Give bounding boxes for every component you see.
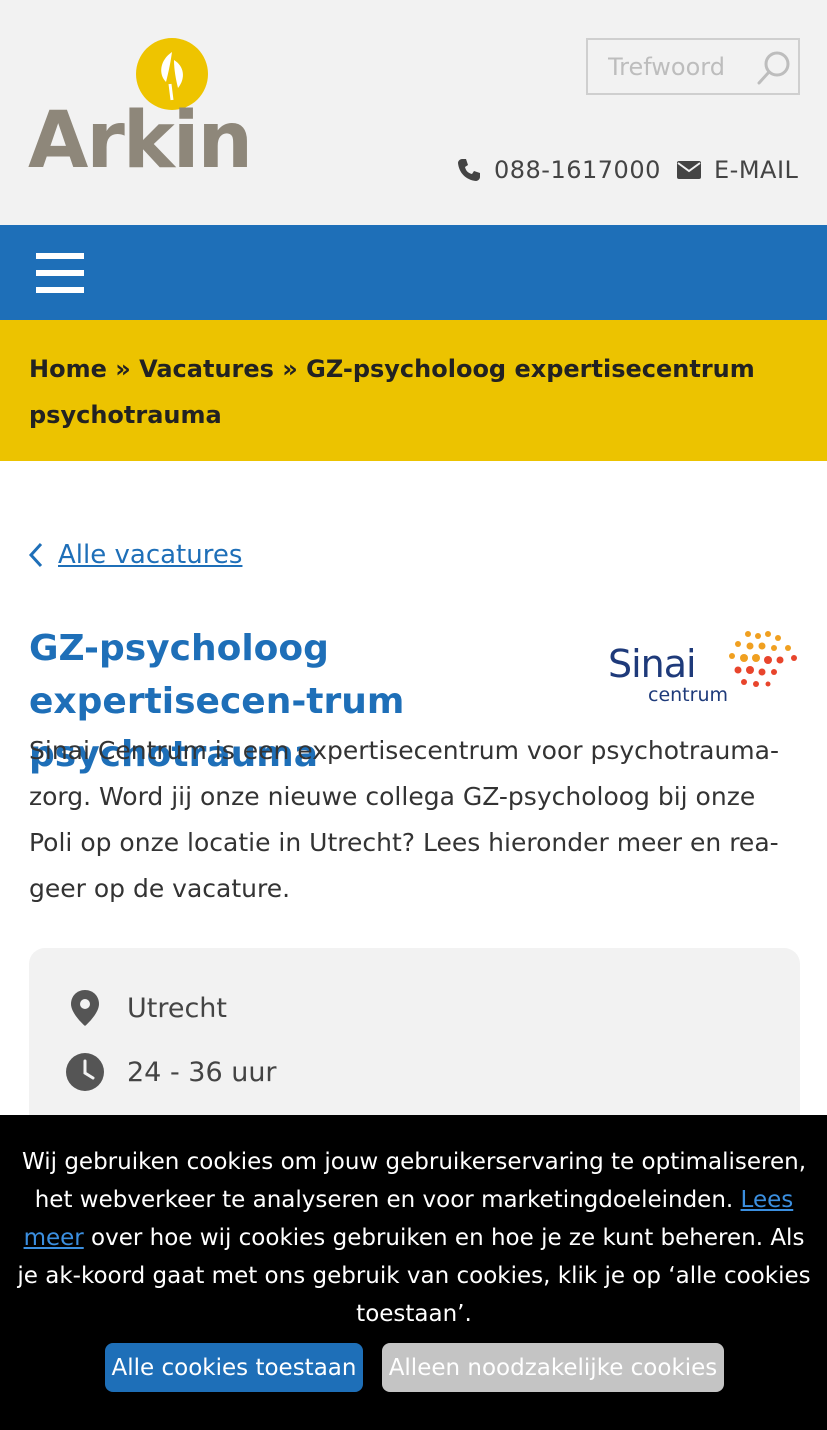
map-pin-icon [71,990,99,1026]
phone-number: 088-1617000 [494,156,661,184]
job-hours-value: 24 - 36 uur [127,1056,277,1088]
sinai-logo-name: Sinai [608,642,697,686]
job-location-value: Utrecht [127,992,228,1024]
breadcrumb-vacatures[interactable]: Vacatures [139,355,274,383]
search-icon [757,51,790,85]
breadcrumb: Home » Vacatures » GZ-psycholoog experti… [0,320,827,461]
back-link-label: Alle vacatures [58,540,243,570]
email-link[interactable]: E-MAIL [676,156,798,184]
back-to-vacatures-link[interactable]: Alle vacatures [28,540,242,570]
search-box [586,38,800,95]
main-nav-bar [0,225,827,320]
breadcrumb-separator: » [115,355,131,383]
job-intro-text: Sinai Centrum is een expertisecentrum vo… [29,736,779,903]
menu-hamburger-icon[interactable] [36,253,86,293]
phone-link[interactable]: 088-1617000 [456,156,661,184]
email-label: E-MAIL [714,156,799,184]
cookie-message: Wij gebruiken cookies om jouw gebruikers… [14,1143,814,1333]
arkin-logo[interactable]: Arkin [28,36,253,180]
phone-icon [458,159,480,181]
clock-icon [66,1053,104,1091]
sinai-centrum-logo: Sinai centrum [606,628,806,710]
breadcrumb-home[interactable]: Home [29,355,107,383]
chevron-left-icon [28,542,43,568]
job-location: Utrecht [65,988,227,1028]
site-header: Arkin 088-1617000 E-MAIL [0,0,827,225]
envelope-icon [677,161,701,179]
sinai-dots-icon [729,631,797,687]
breadcrumb-current: GZ-psycholoog expertisecentrum psychotra… [29,355,755,429]
breadcrumb-separator: » [282,355,298,383]
logo-text: Arkin [28,96,253,186]
cookie-text-after: over hoe wij cookies gebruiken en hoe je… [17,1225,811,1327]
search-button[interactable] [754,48,794,88]
search-input[interactable] [588,40,758,93]
job-hours: 24 - 36 uur [65,1052,277,1092]
cookie-banner: Wij gebruiken cookies om jouw gebruikers… [0,1115,827,1430]
accept-all-cookies-button[interactable]: Alle cookies toestaan [105,1343,363,1392]
cookie-text-before: Wij gebruiken cookies om jouw gebruikers… [22,1149,806,1213]
necessary-cookies-only-button[interactable]: Alleen noodzakelijke cookies [382,1343,724,1392]
